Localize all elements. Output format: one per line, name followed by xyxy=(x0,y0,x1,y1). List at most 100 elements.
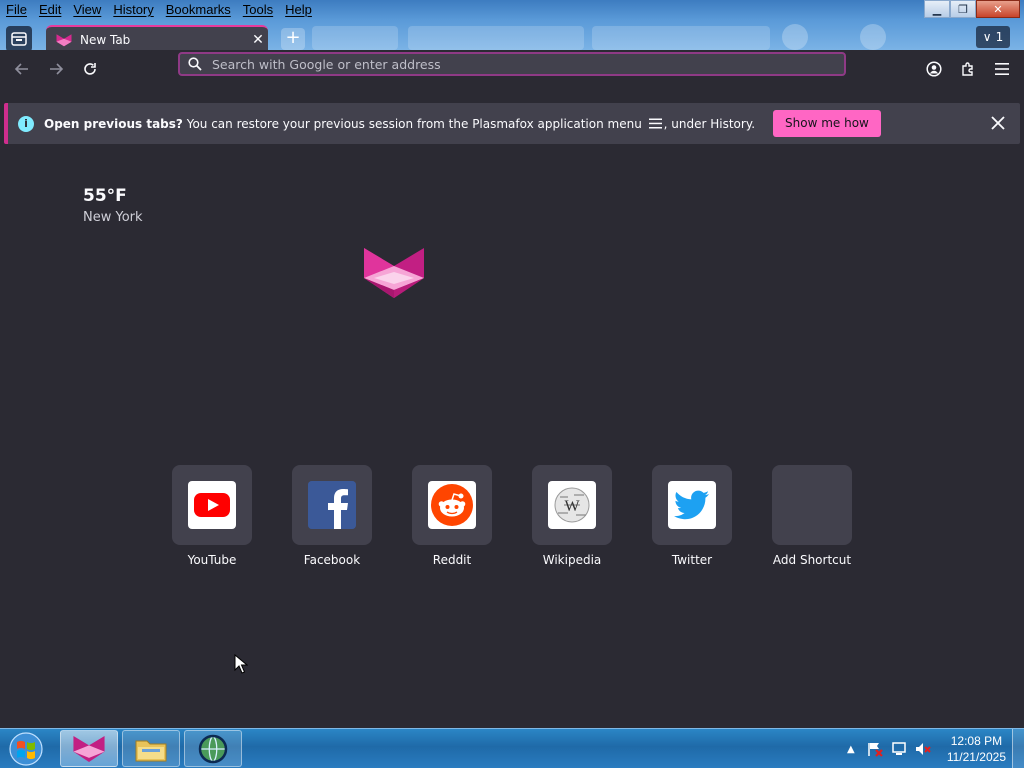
shortcut-label: YouTube xyxy=(187,553,237,567)
shortcut-tile[interactable] xyxy=(412,465,492,545)
shortcut-tile[interactable] xyxy=(652,465,732,545)
add-shortcut-tile[interactable] xyxy=(772,465,852,545)
back-button[interactable] xyxy=(9,56,35,82)
weather-widget[interactable]: 55°F New York xyxy=(83,186,143,225)
menu-edit[interactable]: Edit xyxy=(33,0,67,20)
menu-file[interactable]: File xyxy=(0,0,33,20)
firefox-view-button[interactable] xyxy=(6,26,32,52)
notification-text: Open previous tabs? You can restore your… xyxy=(44,117,755,131)
show-desktop-button[interactable] xyxy=(1012,729,1024,768)
minimize-icon: ▁ xyxy=(932,2,942,16)
folder-icon xyxy=(135,740,167,761)
menu-view[interactable]: View xyxy=(67,0,107,20)
notification-message: You can restore your previous session fr… xyxy=(186,116,642,131)
close-icon: ✕ xyxy=(993,2,1003,16)
shortcut-wikipedia[interactable]: W Wikipedia xyxy=(532,465,612,567)
shortcut-tile[interactable]: W xyxy=(532,465,612,545)
globe-icon xyxy=(198,734,228,763)
tab-count: 1 xyxy=(995,30,1004,44)
reload-button[interactable] xyxy=(77,56,103,82)
menu-bookmarks[interactable]: Bookmarks xyxy=(160,0,237,20)
plasmafox-icon xyxy=(73,735,105,762)
volume-muted-icon[interactable] xyxy=(913,739,933,759)
taskbar: ▲ 12:08 PM 11/21/2025 xyxy=(0,728,1024,768)
background-tab[interactable] xyxy=(408,26,584,50)
weather-location: New York xyxy=(83,210,143,225)
taskbar-plasmafox[interactable] xyxy=(60,730,118,767)
shortcut-label: Twitter xyxy=(671,553,713,567)
session-restore-notification: i Open previous tabs? You can restore yo… xyxy=(4,103,1020,144)
hamburger-menu-icon xyxy=(648,118,662,128)
windows-start-icon xyxy=(9,732,43,766)
address-input[interactable] xyxy=(212,56,844,72)
tab-title: New Tab xyxy=(80,33,131,47)
pinned-tab[interactable] xyxy=(782,24,808,50)
wikipedia-icon: W xyxy=(548,481,596,529)
tab-close-icon[interactable]: ✕ xyxy=(248,32,268,48)
restore-button[interactable]: ❐ xyxy=(950,0,976,18)
back-arrow-icon xyxy=(14,63,28,75)
background-tab[interactable] xyxy=(592,26,770,50)
account-button[interactable] xyxy=(921,56,947,82)
system-clock[interactable]: 12:08 PM 11/21/2025 xyxy=(947,733,1006,765)
extensions-button[interactable] xyxy=(955,56,981,82)
account-icon xyxy=(926,61,942,77)
action-center-icon[interactable] xyxy=(865,739,885,759)
tab-strip: New Tab ✕ + ∨ 1 xyxy=(0,22,1024,53)
dismiss-notification-button[interactable] xyxy=(988,113,1008,133)
new-tab-button[interactable]: + xyxy=(281,28,305,50)
list-all-tabs-button[interactable]: ∨ 1 xyxy=(976,26,1010,48)
notification-title: Open previous tabs? xyxy=(44,116,183,131)
close-window-button[interactable]: ✕ xyxy=(976,0,1020,18)
start-button[interactable] xyxy=(6,731,46,767)
shortcut-tile[interactable] xyxy=(172,465,252,545)
chevron-up-icon: ▲ xyxy=(846,743,855,755)
show-hidden-icons-button[interactable]: ▲ xyxy=(841,739,861,759)
menubar: File Edit View History Bookmarks Tools H… xyxy=(0,0,318,20)
clock-date: 11/21/2025 xyxy=(946,750,1006,764)
address-bar[interactable] xyxy=(178,52,846,76)
weather-temperature: 55°F xyxy=(83,186,127,206)
forward-button[interactable] xyxy=(43,56,69,82)
firefox-view-icon xyxy=(11,32,27,46)
show-me-how-button[interactable]: Show me how xyxy=(773,110,881,137)
plasmafox-tab-icon xyxy=(56,34,72,47)
shortcut-facebook[interactable]: Facebook xyxy=(292,465,372,567)
chevron-down-icon: ∨ xyxy=(982,30,992,44)
app-menu-button[interactable] xyxy=(989,56,1015,82)
taskbar-network-app[interactable] xyxy=(184,730,242,767)
window-controls: ▁ ❐ ✕ xyxy=(924,0,1020,18)
background-tab[interactable] xyxy=(312,26,398,50)
facebook-icon xyxy=(308,481,356,529)
search-icon xyxy=(188,57,202,71)
shortcut-tile[interactable] xyxy=(292,465,372,545)
window-titlebar: File Edit View History Bookmarks Tools H… xyxy=(0,0,1024,53)
info-icon: i xyxy=(18,115,34,132)
add-shortcut[interactable]: Add Shortcut xyxy=(772,465,852,567)
minimize-button[interactable]: ▁ xyxy=(924,0,950,18)
menu-history[interactable]: History xyxy=(107,0,159,20)
puzzle-icon xyxy=(962,62,973,76)
mouse-cursor-icon xyxy=(234,654,248,674)
shortcut-label: Add Shortcut xyxy=(772,553,852,567)
plasmafox-logo xyxy=(362,246,426,300)
forward-arrow-icon xyxy=(50,63,64,75)
shortcut-youtube[interactable]: YouTube xyxy=(172,465,252,567)
tab-new-tab[interactable]: New Tab ✕ xyxy=(46,25,268,53)
system-tray: ▲ 12:08 PM 11/21/2025 xyxy=(841,729,1006,768)
svg-text:W: W xyxy=(564,498,580,515)
network-icon[interactable] xyxy=(889,739,909,759)
reddit-icon xyxy=(428,481,476,529)
top-sites: YouTube Facebook Reddit W Wikipedia Twit… xyxy=(172,465,852,567)
pinned-tab[interactable] xyxy=(860,24,886,50)
menu-tools[interactable]: Tools xyxy=(237,0,279,20)
shortcut-label: Reddit xyxy=(432,553,472,567)
menu-help[interactable]: Help xyxy=(279,0,318,20)
clock-time: 12:08 PM xyxy=(950,734,1003,748)
reload-icon xyxy=(84,63,96,75)
close-icon xyxy=(991,116,1005,130)
shortcut-reddit[interactable]: Reddit xyxy=(412,465,492,567)
plasmafox-logo-icon xyxy=(364,248,424,298)
taskbar-file-explorer[interactable] xyxy=(122,730,180,767)
shortcut-twitter[interactable]: Twitter xyxy=(652,465,732,567)
